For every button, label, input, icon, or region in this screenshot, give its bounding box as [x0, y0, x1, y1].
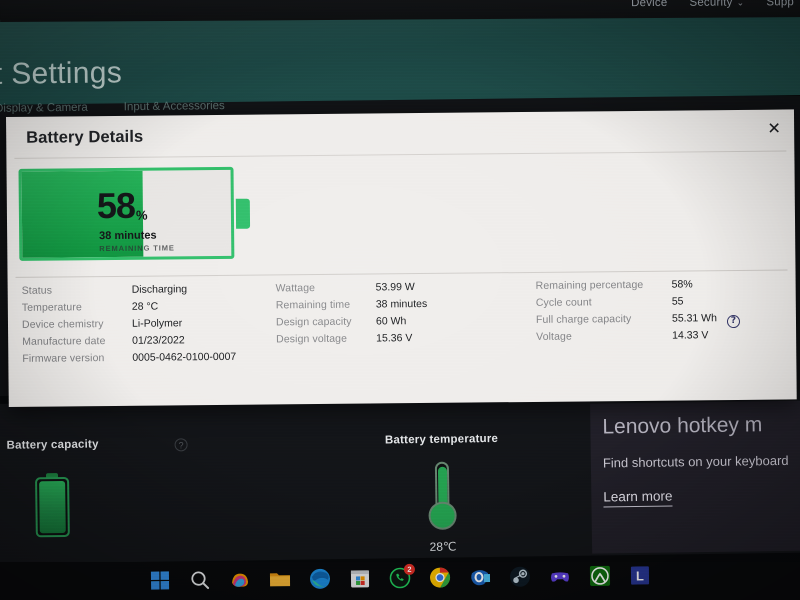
detail-key: Wattage: [275, 282, 316, 295]
chrome-icon[interactable]: [428, 565, 452, 589]
battery-capacity-help-icon[interactable]: ?: [174, 438, 188, 452]
detail-column-middle: Wattage 53.99 W Remaining time 38 minute…: [276, 280, 532, 350]
nav-item-support[interactable]: Supp: [766, 0, 794, 8]
chevron-down-icon: ⌄: [736, 0, 745, 8]
dashboard-area: Battery capacity ? Battery temperature 2…: [0, 392, 800, 564]
detail-key: Cycle count: [535, 296, 592, 309]
detail-key: Design voltage: [276, 332, 348, 346]
detail-key: Full charge capacity: [535, 313, 632, 326]
page-title: art Settings: [0, 56, 123, 92]
detail-row-design-voltage: Design voltage 15.36 V: [276, 331, 531, 350]
lenovo-hotkey-card: Lenovo hotkey m Find shortcuts on your k…: [590, 400, 800, 554]
detail-key: Status: [21, 284, 53, 297]
nav-item-device[interactable]: Device: [631, 0, 667, 9]
nav-item-device-label: Device: [631, 0, 668, 10]
detail-value: 38 minutes: [375, 297, 428, 311]
detail-key: Firmware version: [22, 352, 105, 365]
detail-value: 58%: [671, 278, 693, 291]
tab-display-and-camera[interactable]: Display & Camera: [0, 102, 88, 115]
xbox-icon[interactable]: [588, 564, 612, 588]
detail-value: 28 °C: [131, 300, 159, 313]
windows-start-icon[interactable]: [148, 568, 172, 592]
detail-key: Temperature: [21, 301, 82, 314]
thermometer-bulb: [428, 501, 457, 530]
dialog-divider-top: [14, 150, 787, 159]
thermometer-icon: [422, 461, 463, 536]
battery-temperature-label: Battery temperature: [384, 432, 499, 447]
svg-text:L: L: [636, 568, 644, 583]
detail-key: Voltage: [536, 330, 572, 343]
file-explorer-icon[interactable]: [268, 567, 292, 591]
battery-capacity-label: Battery capacity: [6, 438, 99, 452]
hotkey-card-subtitle: Find shortcuts on your keyboard: [602, 452, 789, 471]
battery-remaining-caption: REMAINING TIME: [99, 243, 175, 254]
detail-column-right: Remaining percentage 58% Cycle count 55 …: [536, 277, 792, 347]
dialog-divider-mid: [15, 269, 788, 278]
detail-value: 01/23/2022: [132, 334, 185, 347]
battery-detail-columns: Status Discharging Temperature 28 °C Dev…: [8, 277, 797, 395]
search-icon[interactable]: [188, 568, 212, 592]
hotkey-card-title: Lenovo hotkey m: [602, 413, 763, 439]
dialog-title: Battery Details: [26, 127, 144, 147]
learn-more-link[interactable]: Learn more: [603, 488, 673, 508]
battery-details-dialog: Battery Details ✕ 58% 38 minutes REMAINI…: [6, 109, 797, 407]
detail-value: 60 Wh: [375, 315, 407, 328]
detail-key: Design capacity: [275, 315, 352, 329]
xbox-gamebar-icon[interactable]: [548, 564, 572, 588]
microsoft-store-icon[interactable]: [348, 566, 372, 590]
battery-remaining-time: 38 minutes: [99, 229, 157, 243]
detail-value: 15.36 V: [376, 332, 413, 345]
battery-gauge-nub: [235, 198, 251, 229]
detail-key: Device chemistry: [21, 318, 104, 331]
copilot-icon[interactable]: [228, 568, 252, 592]
battery-percent: 58%: [96, 184, 147, 227]
battery-fill: [39, 480, 66, 534]
detail-value: 53.99 W: [375, 281, 415, 294]
whatsapp-badge: 2: [403, 563, 415, 575]
nav-item-security[interactable]: Security ⌄: [689, 0, 744, 9]
battery-percent-symbol: %: [135, 207, 147, 223]
edge-icon[interactable]: [308, 567, 332, 591]
lenovo-icon[interactable]: L: [628, 563, 652, 587]
detail-value: Discharging: [131, 283, 188, 296]
taskbar-icons: 2 L: [148, 563, 652, 592]
detail-key: Remaining time: [275, 298, 351, 312]
nav-item-security-label: Security: [689, 0, 733, 9]
steam-icon[interactable]: [508, 565, 532, 589]
battery-percent-number: 58: [96, 184, 136, 227]
detail-value: 0005-0462-0100-0007: [132, 350, 237, 364]
battery-gauge: 58% 38 minutes REMAINING TIME: [18, 166, 251, 261]
top-nav-items: Device Security ⌄ Supp: [631, 0, 794, 9]
battery-body: [35, 476, 70, 538]
taskbar: 2 L: [0, 562, 800, 600]
detail-row-voltage: Voltage 14.33 V: [536, 328, 791, 347]
detail-value: 14.33 V: [672, 329, 709, 342]
whatsapp-icon[interactable]: 2: [388, 563, 415, 590]
detail-key: Remaining percentage: [535, 278, 644, 292]
full-charge-capacity-help-icon[interactable]: ?: [726, 314, 741, 328]
detail-value: 55: [671, 295, 684, 308]
nav-item-support-label: Supp: [766, 0, 795, 9]
detail-row-firmware-version: Firmware version 0005-0462-0100-0007: [22, 350, 272, 369]
app-header: art Settings Display & Camera Input & Ac…: [0, 9, 800, 115]
battery-temperature-card: Battery temperature 28℃: [296, 432, 588, 566]
detail-value: Li-Polymer: [131, 317, 183, 330]
detail-value: 55.31 Wh: [671, 312, 717, 325]
detail-column-left: Status Discharging Temperature 28 °C Dev…: [22, 282, 273, 369]
detail-key: Manufacture date: [22, 335, 106, 348]
tab-input-and-accessories[interactable]: Input & Accessories: [124, 100, 225, 113]
outlook-icon[interactable]: [468, 565, 492, 589]
battery-temperature-value: 28℃: [429, 539, 457, 554]
close-icon[interactable]: ✕: [762, 117, 786, 139]
battery-capacity-icon: [35, 473, 70, 538]
screen-photo: Device Security ⌄ Supp art Settings Disp…: [0, 0, 800, 600]
battery-capacity-card: Battery capacity ?: [7, 436, 299, 570]
